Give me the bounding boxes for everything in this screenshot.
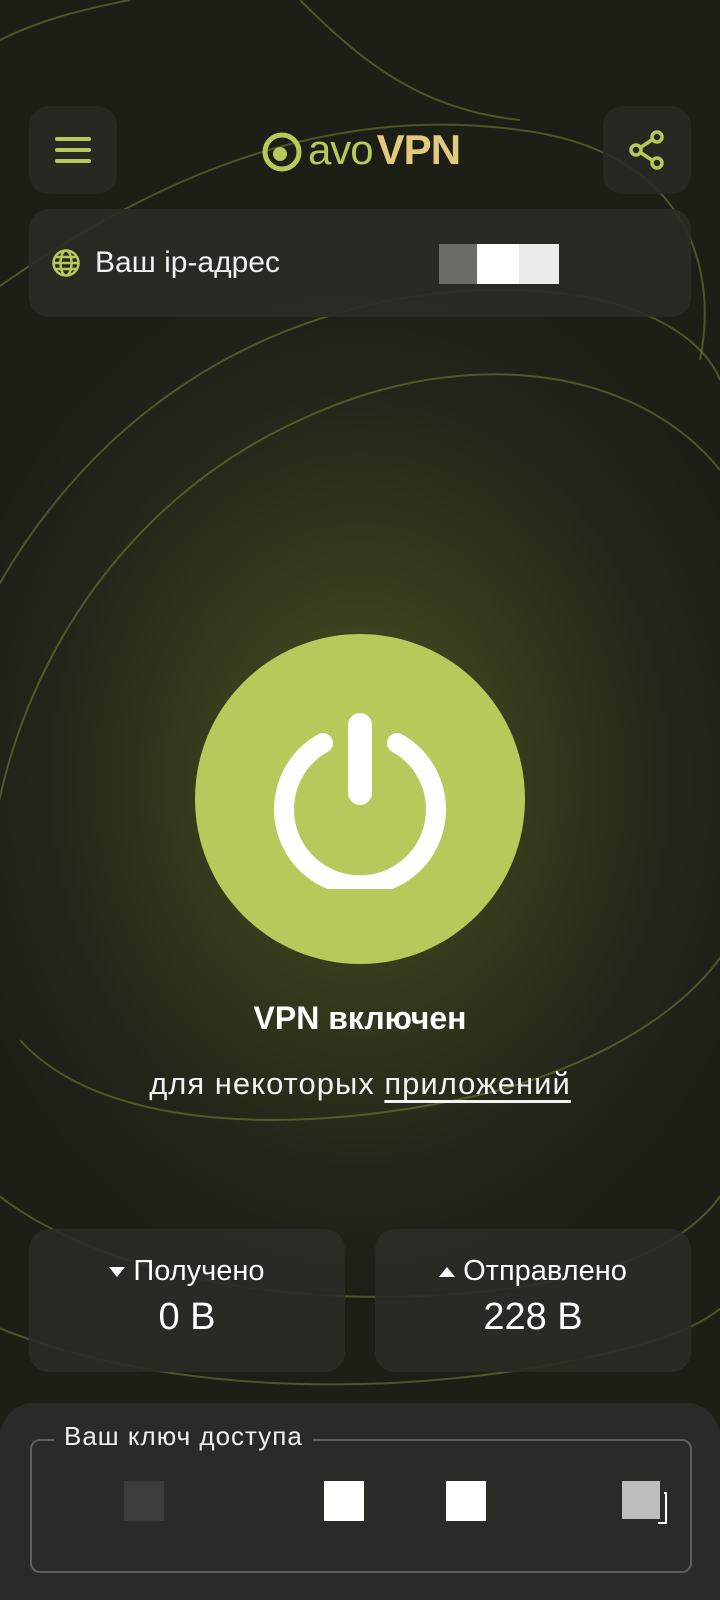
arrow-up-icon xyxy=(439,1266,456,1277)
logo-suffix: VPN xyxy=(376,126,461,173)
power-icon xyxy=(274,713,446,889)
vpn-status-title: VPN включен xyxy=(253,1000,467,1036)
share-icon xyxy=(629,130,664,170)
avocado-logo-icon xyxy=(262,132,302,172)
globe-icon xyxy=(51,248,81,278)
logo-prefix: avo xyxy=(307,126,374,173)
power-toggle-button[interactable] xyxy=(195,634,525,964)
ip-address-label: Ваш ip-адрес xyxy=(95,246,280,279)
sent-value: 228 B xyxy=(483,1296,583,1338)
access-key-field[interactable]: Ваш ключ доступа xyxy=(30,1421,692,1573)
subtitle-prefix: для некоторых xyxy=(149,1066,375,1101)
vpn-status-subtitle: для некоторых приложений xyxy=(0,1066,720,1102)
access-key-panel: Ваш ключ доступа xyxy=(0,1403,720,1600)
received-stat-card: Получено 0 B xyxy=(29,1229,345,1372)
access-key-redacted-block xyxy=(124,1481,164,1521)
sent-label: Отправлено xyxy=(463,1255,627,1287)
copy-icon[interactable] xyxy=(622,1481,668,1530)
access-key-redacted-block xyxy=(446,1481,486,1521)
access-key-label: Ваш ключ доступа xyxy=(54,1421,313,1452)
received-label: Получено xyxy=(133,1255,265,1287)
arrow-down-icon xyxy=(109,1266,126,1277)
received-value: 0 B xyxy=(158,1296,216,1338)
share-button[interactable] xyxy=(603,106,691,194)
ip-address-value-redacted xyxy=(439,244,559,284)
access-key-redacted-block xyxy=(324,1481,364,1521)
sent-stat-card: Отправлено 228 B xyxy=(375,1229,691,1372)
apps-link[interactable]: приложений xyxy=(384,1066,570,1101)
ip-address-card: Ваш ip-адрес xyxy=(29,209,691,317)
